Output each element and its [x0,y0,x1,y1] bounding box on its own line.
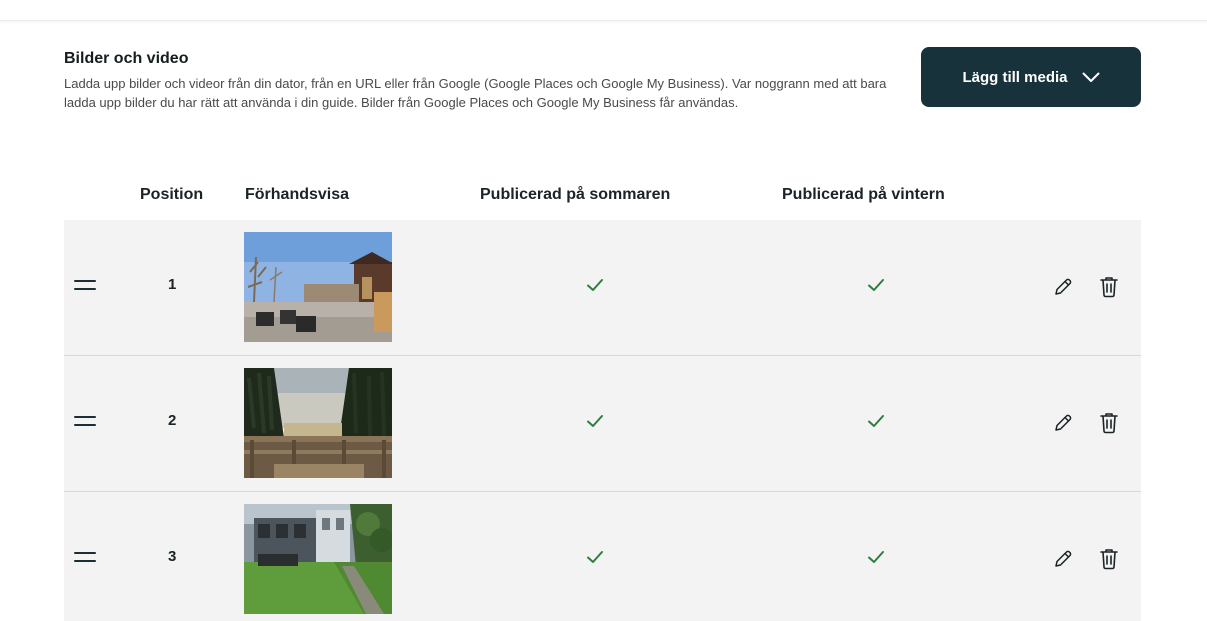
drag-handle-icon[interactable] [74,550,96,564]
row-position: 2 [168,412,177,429]
chevron-down-icon [1082,72,1099,82]
table-header: Position Förhandsvisa Publicerad på somm… [64,170,1141,220]
column-header-preview: Förhandsvisa [245,186,350,203]
trash-icon[interactable] [1098,411,1120,435]
add-media-label: Lägg till media [962,68,1068,86]
pencil-icon[interactable] [1052,412,1074,434]
checkmark-icon [587,279,603,291]
media-section: Bilder och video Ladda upp bilder och vi… [64,47,1141,112]
trash-icon[interactable] [1098,547,1120,571]
checkmark-icon [587,415,603,427]
checkmark-icon [868,415,884,427]
add-media-button[interactable]: Lägg till media [921,47,1141,107]
drag-handle-icon[interactable] [74,414,96,428]
section-description: Ladda upp bilder och videor från din dat… [64,76,887,110]
pencil-icon[interactable] [1052,276,1074,298]
table-row: 2 [64,356,1141,492]
table-row: 3 [64,492,1141,621]
column-header-summer: Publicerad på sommaren [480,186,671,203]
pencil-icon[interactable] [1052,548,1074,570]
checkmark-icon [587,551,603,563]
row-position: 3 [168,548,177,565]
column-header-winter: Publicerad på vintern [782,186,945,203]
preview-thumbnail[interactable] [244,368,392,478]
checkmark-icon [868,551,884,563]
table-row: 1 [64,220,1141,356]
checkmark-icon [868,279,884,291]
preview-thumbnail[interactable] [244,232,392,342]
column-header-position: Position [140,186,204,203]
media-table: Position Förhandsvisa Publicerad på somm… [64,170,1141,621]
top-bar [0,0,1207,21]
row-position: 1 [168,276,177,293]
preview-thumbnail[interactable] [244,504,392,614]
trash-icon[interactable] [1098,275,1120,299]
drag-handle-icon[interactable] [74,278,96,292]
